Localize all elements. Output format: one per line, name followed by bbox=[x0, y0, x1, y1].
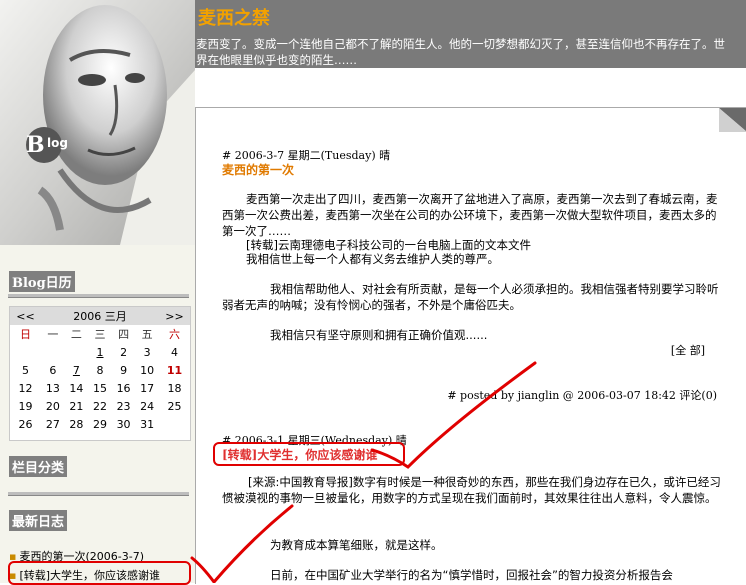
read-more-link[interactable]: [全 部] bbox=[671, 342, 705, 358]
calendar-day: 22 bbox=[92, 399, 107, 413]
blog-calendar: << 2006 三月 >> 日 一 二 三 四 五 六 26 27 28 1 2… bbox=[9, 306, 191, 441]
recent-posts-heading: 最新日志 bbox=[9, 510, 68, 531]
page-fold-icon bbox=[719, 108, 746, 132]
calendar-day: 3 bbox=[143, 345, 151, 359]
calendar-next-link[interactable]: >> bbox=[158, 307, 190, 325]
calendar-day: 21 bbox=[69, 399, 84, 413]
calendar-day: 1 bbox=[170, 417, 178, 431]
weekday-thu: 四 bbox=[118, 328, 130, 341]
calendar-today: 11 bbox=[166, 363, 183, 377]
calendar-day: 19 bbox=[18, 399, 33, 413]
blog-logo-face-image: B log bbox=[0, 0, 195, 245]
post-line: 我相信世上每一个人都有义务去维护人类的尊严。 bbox=[246, 252, 499, 266]
weekday-sun: 日 bbox=[20, 328, 32, 341]
calendar-day: 24 bbox=[140, 399, 155, 413]
calendar-day: 13 bbox=[45, 381, 60, 395]
calendar-day: 9 bbox=[120, 363, 128, 377]
calendar-day: 31 bbox=[140, 417, 155, 431]
svg-text:log: log bbox=[47, 136, 68, 150]
weekday-sat: 六 bbox=[168, 328, 180, 341]
post-paragraph: 麦西第一次走出了四川，麦西第一次离开了盆地进入了高原，麦西第一次去到了春城云南，… bbox=[222, 192, 718, 238]
divider bbox=[8, 492, 189, 496]
calendar-day: 15 bbox=[92, 381, 107, 395]
calendar-day: 27 bbox=[45, 417, 60, 431]
calendar-heading: Blog日历 bbox=[9, 271, 75, 292]
annotation-checkmark bbox=[190, 504, 294, 583]
calendar-day-link[interactable]: 1 bbox=[88, 343, 112, 361]
calendar-day: 29 bbox=[92, 417, 107, 431]
calendar-day: 17 bbox=[140, 381, 155, 395]
svg-text:B: B bbox=[26, 132, 45, 158]
calendar-day: 27 bbox=[45, 345, 60, 359]
calendar-prev-link[interactable]: << bbox=[10, 307, 42, 325]
calendar-month-label: 2006 三月 bbox=[41, 307, 159, 325]
calendar-day: 23 bbox=[116, 399, 131, 413]
blog-title[interactable]: 麦西之禁 bbox=[198, 4, 270, 30]
post-paragraph: 我相信只有坚守原则和拥有正确价值观...... bbox=[270, 328, 488, 342]
sidebar: B log Blog日历 << 2006 三月 >> 日 一 二 三 四 五 六… bbox=[0, 0, 195, 583]
calendar-day: 28 bbox=[69, 417, 84, 431]
weekday-wed: 三 bbox=[94, 328, 106, 341]
calendar-day: 26 bbox=[18, 417, 33, 431]
annotation-checkmark bbox=[370, 361, 537, 469]
annotation-box bbox=[8, 561, 191, 585]
calendar-day: 25 bbox=[167, 399, 182, 413]
calendar-day: 16 bbox=[116, 381, 131, 395]
calendar-day: 12 bbox=[18, 381, 33, 395]
calendar-day: 10 bbox=[140, 363, 155, 377]
calendar-day: 5 bbox=[22, 363, 30, 377]
post-paragraph: 为教育成本算笔细账，就是这样。 bbox=[270, 538, 443, 552]
calendar-day: 14 bbox=[69, 381, 84, 395]
calendar-day: 28 bbox=[69, 345, 84, 359]
calendar-day: 20 bbox=[45, 399, 60, 413]
post-paragraph: 我相信帮助他人、对社会有所贡献，是每一个人必须承担的。我相信强者特别要学习聆听弱… bbox=[222, 282, 719, 312]
calendar-day: 26 bbox=[18, 345, 33, 359]
calendar-day: 8 bbox=[96, 363, 104, 377]
calendar-day-link[interactable]: 7 bbox=[65, 361, 89, 379]
weekday-tue: 二 bbox=[70, 328, 82, 341]
calendar-day: 2 bbox=[120, 345, 128, 359]
calendar-day: 4 bbox=[170, 345, 178, 359]
divider bbox=[8, 294, 189, 298]
calendar-day: 6 bbox=[49, 363, 57, 377]
post-paragraph: 日前，在中国矿业大学举行的名为“慎学惜时，回报社会”的智力投资分析报告会 bbox=[270, 568, 673, 582]
category-heading: 栏目分类 bbox=[9, 456, 68, 477]
weekday-mon: 一 bbox=[47, 328, 59, 341]
post-title[interactable]: 麦西的第一次 bbox=[222, 161, 294, 178]
calendar-day: 30 bbox=[116, 417, 131, 431]
weekday-fri: 五 bbox=[141, 328, 153, 341]
calendar-day: 18 bbox=[167, 381, 182, 395]
blog-subtitle: 麦西变了。变成一个连他自己都不了解的陌生人。他的一切梦想都幻灭了，甚至连信仰也不… bbox=[196, 37, 725, 67]
